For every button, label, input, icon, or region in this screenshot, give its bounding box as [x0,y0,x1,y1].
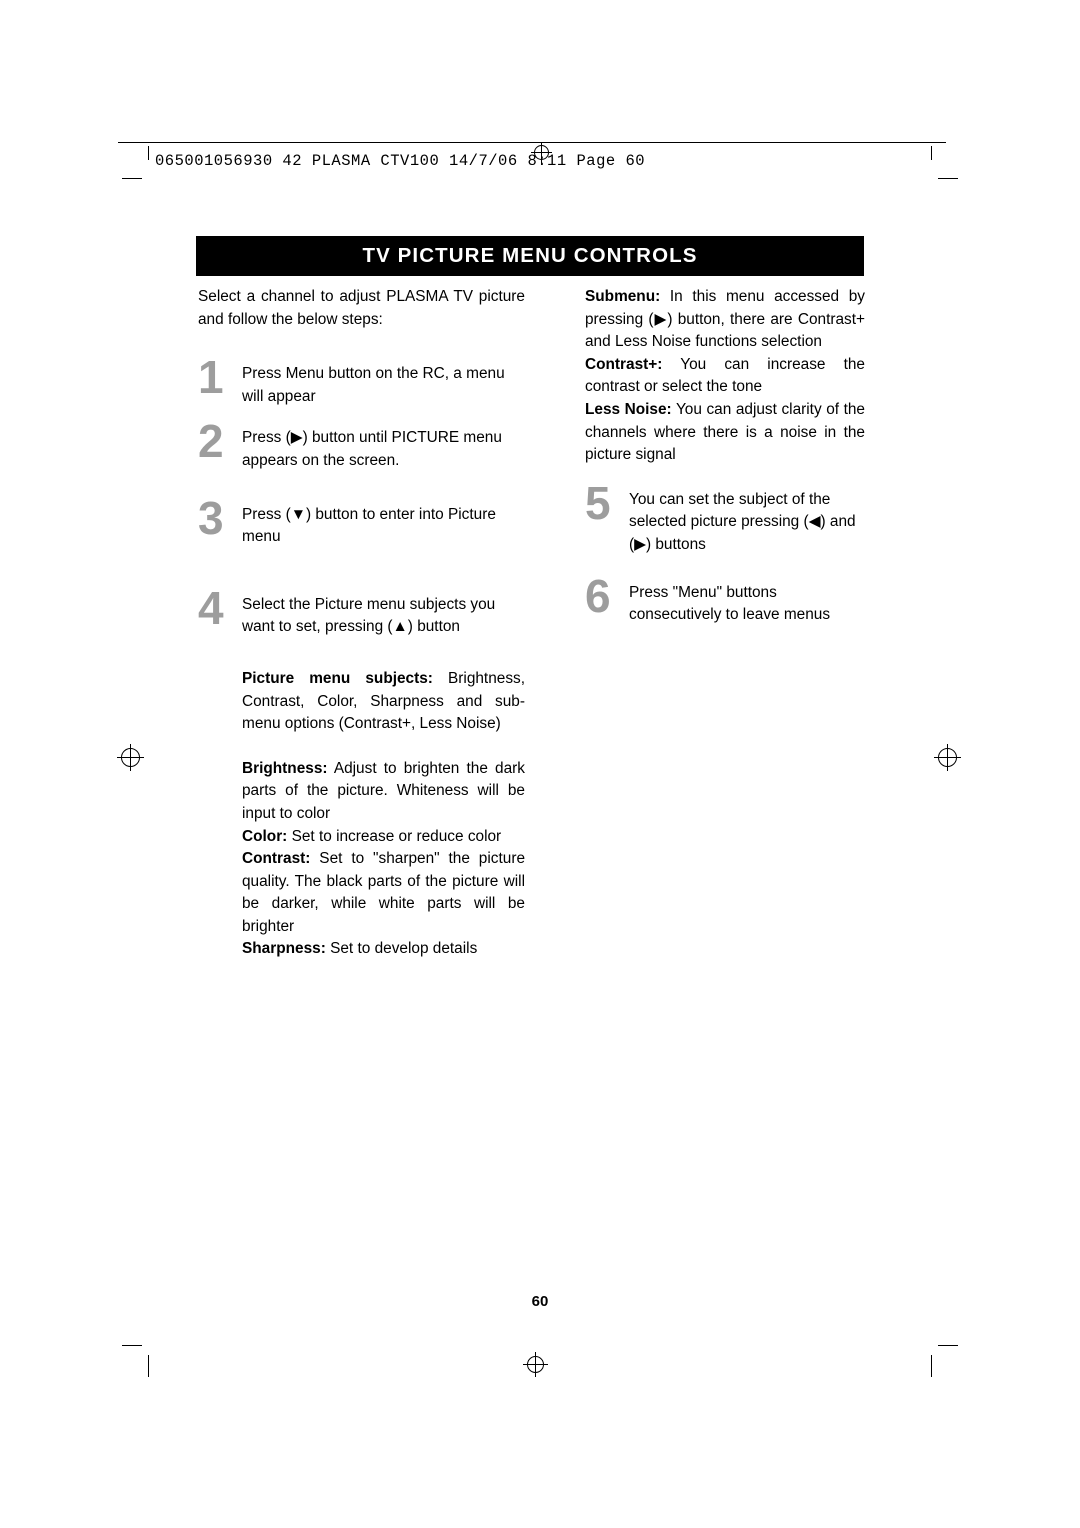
less-noise-paragraph: Less Noise: You can adjust clarity of th… [585,399,865,467]
less-noise-label: Less Noise: [585,400,672,418]
registration-mark-bottom [523,1352,548,1377]
crop-tick-bottom-left-vertical [148,1355,149,1377]
step-1-number: 1 [198,351,224,404]
step-4-number: 4 [198,581,224,634]
crop-mark-bottom-left [122,1345,142,1346]
slug-rule [118,142,946,143]
definition-color: Color: Set to increase or reduce color [198,826,525,849]
step-3-number: 3 [198,491,224,544]
step-1-text: Press Menu button on the RC, a menu will… [242,365,505,405]
definition-sharpness-text: Set to develop details [325,940,478,958]
definition-sharpness-term: Sharpness: [242,940,326,958]
step-2-text: Press (▶) button until PICTURE menu appe… [242,429,502,469]
step-5-text: You can set the subject of the selected … [629,490,856,553]
crop-mark-top-right [938,178,958,179]
step-3-text: Press (▼) button to enter into Picture m… [242,505,496,546]
slug-text: 065001056930 42 PLASMA CTV100 14/7/06 8:… [155,152,646,170]
step-6: 6 Press "Menu" buttons consecutively to … [585,569,865,627]
contrast-plus-paragraph: Contrast+: You can increase the contrast… [585,354,865,399]
picture-menu-subjects-label: Picture menu subjects: [242,669,433,687]
definition-color-text: Set to increase or reduce color [287,827,502,845]
definition-color-term: Color: [242,827,288,845]
left-column: Select a channel to adjust PLASMA TV pic… [198,286,525,961]
step-4: 4 Select the Picture menu subjects you w… [198,581,525,639]
definition-brightness: Brightness: Adjust to brighten the dark … [198,758,525,826]
definition-brightness-term: Brightness: [242,759,328,777]
contrast-plus-label: Contrast+: [585,355,663,373]
step-5: 5 You can set the subject of the selecte… [585,476,865,557]
step-2: 2 Press (▶) button until PICTURE menu ap… [198,415,525,472]
submenu-paragraph: Submenu: In this menu accessed by pressi… [585,286,865,354]
picture-menu-subjects: Picture menu subjects: Brightness, Contr… [198,668,525,736]
right-column: Submenu: In this menu accessed by pressi… [585,286,865,640]
crop-tick-bottom-right-vertical [931,1355,932,1377]
definition-sharpness: Sharpness: Set to develop details [198,938,525,961]
step-1: 1 Press Menu button on the RC, a menu wi… [198,351,525,408]
step-4-text: Select the Picture menu subjects you wan… [242,595,496,636]
intro-paragraph: Select a channel to adjust PLASMA TV pic… [198,288,525,328]
step-6-number: 6 [585,569,611,622]
slug-tick-left [148,146,149,160]
registration-mark-left [117,744,144,771]
definition-contrast: Contrast: Set to "sharpen" the picture q… [198,848,525,938]
submenu-label: Submenu: [585,288,661,305]
step-3: 3 Press (▼) button to enter into Picture… [198,491,525,549]
step-2-number: 2 [198,415,224,468]
page-title: TV PICTURE MENU CONTROLS [196,236,864,276]
registration-mark-right [934,744,961,771]
definition-contrast-term: Contrast: [242,850,311,868]
step-5-number: 5 [585,476,611,529]
page-number: 60 [531,1293,549,1310]
step-6-text: Press "Menu" buttons consecutively to le… [629,583,831,624]
crop-mark-bottom-right [938,1345,958,1346]
crop-mark-top-left [122,178,142,179]
slug-tick-right [931,146,932,160]
